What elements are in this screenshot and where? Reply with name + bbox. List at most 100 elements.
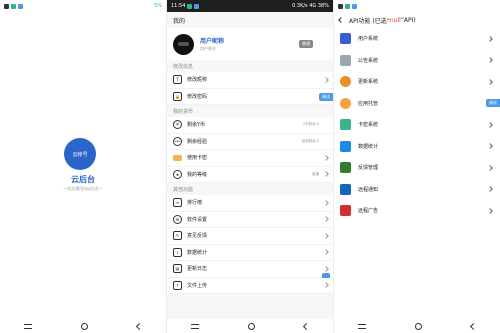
row-label: 文件上传 xyxy=(187,282,208,289)
api-item-data-stats[interactable]: 数据统计 xyxy=(334,136,500,158)
status-time: 11:54 xyxy=(171,3,186,9)
api-item-label: 公告系统 xyxy=(358,57,379,64)
row-label: 剩余经验 xyxy=(187,138,208,145)
row-label: 软件设置 xyxy=(187,216,208,223)
api-item-label: 卡密系统 xyxy=(358,122,379,129)
home-icon[interactable] xyxy=(247,322,255,330)
system-nav-bar xyxy=(167,319,333,333)
back-icon[interactable] xyxy=(469,322,477,330)
user-system-icon xyxy=(340,33,351,45)
chevron-right-icon xyxy=(487,207,493,214)
row-label: 意见反馈 xyxy=(187,233,208,240)
row-label: 使用卡密 xyxy=(187,155,208,162)
row-value: Y币剩余:5 xyxy=(302,122,319,127)
chevron-right-icon xyxy=(323,265,329,272)
app-title: 云后台 xyxy=(71,175,95,184)
rank-icon: ≡ xyxy=(173,198,182,208)
api-item-remote-notify[interactable]: 远程通知 xyxy=(334,179,500,201)
row-rank[interactable]: ≡ 排行榜 xyxy=(167,195,333,212)
row-label: 修改密码 xyxy=(187,93,208,100)
row-label: 数据统计 xyxy=(187,249,208,256)
row-stats[interactable]: ⌇ 数据统计 xyxy=(167,244,333,261)
coin-icon: ¥ xyxy=(173,120,182,130)
api-functions-screen: API功能 (已选“ null ”API) 用户系统 公告系统 更新系统 应用托管 … xyxy=(334,0,500,333)
avatar[interactable] xyxy=(173,33,194,55)
api-item-card-system[interactable]: 卡密系统 xyxy=(334,114,500,136)
system-nav-bar xyxy=(0,319,166,333)
home-icon[interactable] xyxy=(414,322,422,330)
row-exp[interactable]: exp 剩余经验 经验剩余:0 xyxy=(167,133,333,150)
level-icon: ★ xyxy=(173,169,182,179)
row-edit-nickname[interactable]: T 修改昵称 xyxy=(167,72,333,89)
chevron-right-icon xyxy=(323,249,329,256)
gear-icon: ⚙ xyxy=(173,214,182,224)
row-level[interactable]: ★ 我的等级 普通 xyxy=(167,166,333,183)
menu-icon[interactable] xyxy=(358,323,367,329)
app-logo: 云帐号 xyxy=(64,138,96,170)
upload-icon: ↑ xyxy=(173,280,182,290)
app-subtitle: 一站式通用App后台一 xyxy=(63,186,103,191)
chart-icon: ⌇ xyxy=(173,247,182,257)
api-item-label: 远程广告 xyxy=(358,208,379,215)
status-right: 5% xyxy=(154,3,162,9)
row-edit-password[interactable]: 🔒 修改密码 调试 xyxy=(167,88,333,105)
profile-screen: 11:54 0.3K/s 4G 38% 我的 用户昵称 用户账号 普通 修改信息… xyxy=(167,0,333,333)
chevron-right-icon xyxy=(323,154,329,161)
chevron-right-icon xyxy=(487,164,493,171)
api-item-update-system[interactable]: 更新系统 xyxy=(334,71,500,93)
api-item-user-system[interactable]: 用户系统 xyxy=(334,28,500,50)
chevron-right-icon xyxy=(487,186,493,193)
chevron-right-icon xyxy=(487,35,493,42)
back-icon[interactable] xyxy=(302,322,310,330)
row-label: 排行榜 xyxy=(187,200,203,207)
api-item-label: 远程通知 xyxy=(358,186,379,193)
row-use-card[interactable]: 使用卡密 xyxy=(167,150,333,167)
api-item-feedback[interactable]: 反馈管理 xyxy=(334,157,500,179)
debug-tag[interactable]: 调试 xyxy=(486,98,500,107)
chevron-right-icon xyxy=(487,143,493,150)
exp-icon: exp xyxy=(173,136,182,146)
api-item-app-hosting[interactable]: 应用托管 调试 xyxy=(334,93,500,115)
status-bar xyxy=(334,0,500,12)
api-item-label: 应用托管 xyxy=(358,100,379,107)
back-icon[interactable] xyxy=(135,322,143,330)
header-prefix: API功能 (已选“ xyxy=(349,17,390,25)
menu-icon[interactable] xyxy=(24,323,33,329)
chevron-right-icon xyxy=(323,171,329,178)
api-item-label: 反馈管理 xyxy=(358,165,379,172)
chevron-right-icon xyxy=(323,199,329,206)
lock-icon: 🔒 xyxy=(173,91,182,101)
chevron-right-icon xyxy=(487,57,493,64)
row-value: 普通 xyxy=(312,171,319,176)
row-feedback[interactable]: ✎ 意见反馈 xyxy=(167,228,333,245)
chevron-right-icon xyxy=(487,78,493,85)
row-changelog[interactable]: ▤ 更新日志 xyxy=(167,261,333,281)
section-title: 我的货币 xyxy=(173,109,194,115)
profile-card[interactable]: 用户昵称 用户账号 普通 xyxy=(167,28,333,60)
log-icon: ▤ xyxy=(173,264,182,274)
row-label: 修改昵称 xyxy=(187,77,208,84)
row-label: 剩余Y币 xyxy=(187,122,206,129)
row-settings[interactable]: ⚙ 软件设置 xyxy=(167,211,333,228)
feedback-icon xyxy=(340,162,351,174)
level-badge: 普通 xyxy=(299,40,313,48)
section-title: 修改信息 xyxy=(173,64,194,70)
row-coins[interactable]: ¥ 剩余Y币 Y币剩余:5 xyxy=(167,117,333,134)
debug-tag[interactable]: 调试 xyxy=(319,92,333,101)
home-icon[interactable] xyxy=(80,322,88,330)
row-value: 经验剩余:0 xyxy=(301,138,319,143)
api-item-label: 数据统计 xyxy=(358,143,379,150)
api-item-notice-system[interactable]: 公告系统 xyxy=(334,50,500,72)
notice-system-icon xyxy=(340,54,351,66)
system-nav-bar xyxy=(334,319,500,333)
back-icon[interactable] xyxy=(338,17,344,23)
page-header: API功能 (已选“ null ”API) xyxy=(334,12,500,28)
row-upload[interactable]: ↑ 文件上传 xyxy=(167,277,333,294)
update-system-icon xyxy=(340,76,351,88)
menu-icon[interactable] xyxy=(191,323,200,329)
app-hosting-icon xyxy=(340,97,351,109)
text-icon: T xyxy=(173,75,182,85)
api-item-remote-ads[interactable]: 远程广告 xyxy=(334,200,500,222)
chevron-right-icon xyxy=(323,282,329,289)
status-bar: 5% xyxy=(0,0,166,12)
